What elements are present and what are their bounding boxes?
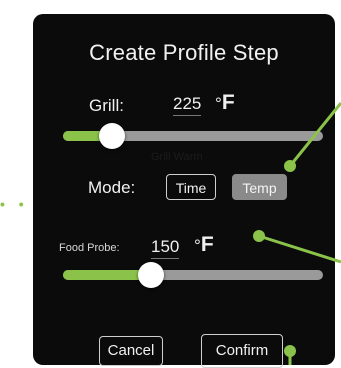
confirm-callout-dot	[284, 345, 296, 357]
temp-callout-line	[288, 102, 341, 167]
probe-callout-dot	[253, 230, 265, 242]
callout-lines	[253, 102, 341, 365]
probe-callout-line	[258, 234, 341, 264]
temp-callout-dot	[284, 160, 296, 172]
